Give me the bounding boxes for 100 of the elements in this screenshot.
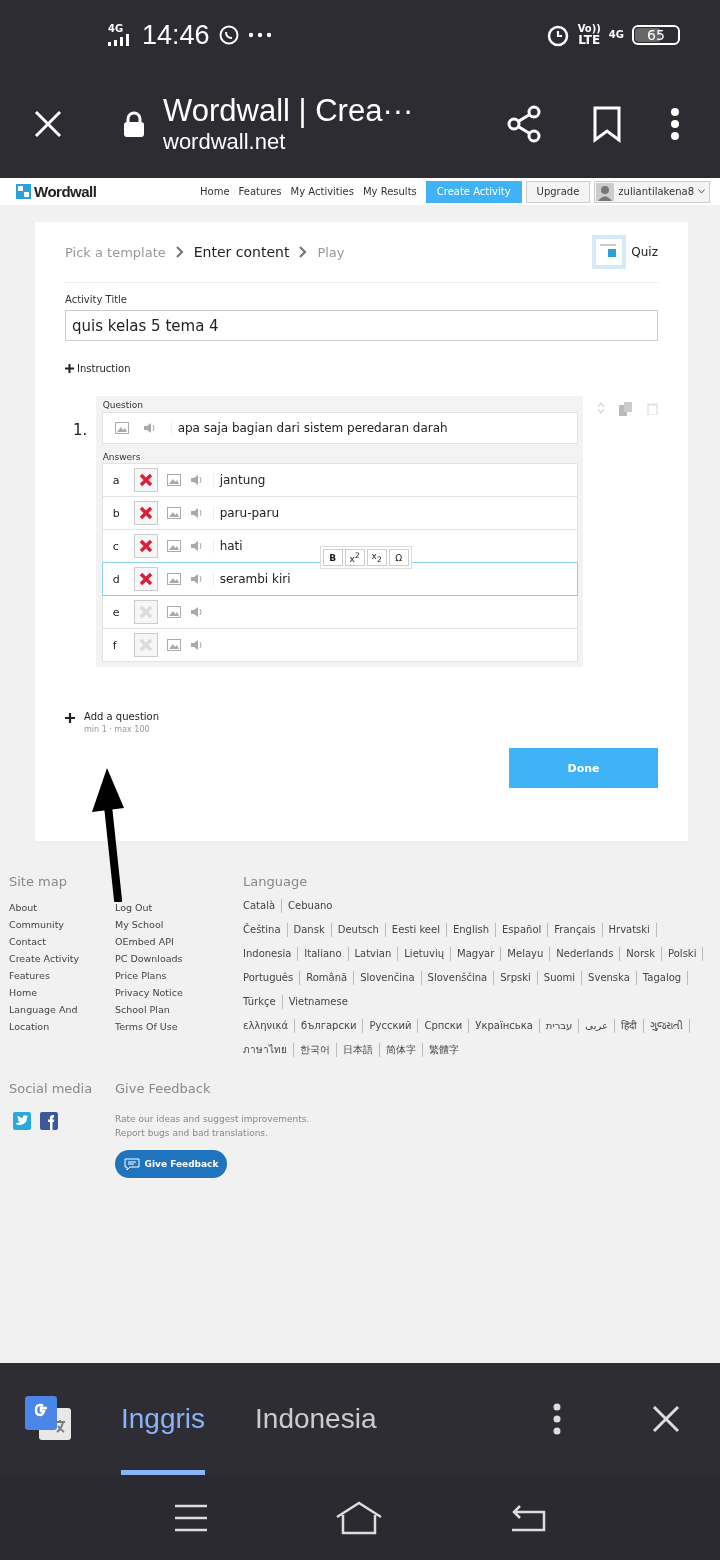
format-button[interactable]: x$_{2}$ [366, 549, 387, 566]
language-link[interactable]: Melayu [507, 947, 551, 961]
bookmark-icon[interactable] [592, 105, 622, 143]
image-icon[interactable] [166, 639, 181, 651]
sort-icon[interactable] [597, 402, 605, 414]
copy-icon[interactable] [619, 402, 633, 416]
speaker-icon[interactable] [189, 639, 204, 651]
language-link[interactable]: 繁體字 [429, 1043, 465, 1057]
instruction-link[interactable]: Instruction [77, 363, 131, 374]
format-button[interactable]: x$^{2}$ [344, 549, 365, 566]
language-link[interactable]: Türkçe [243, 995, 283, 1009]
language-link[interactable]: български [301, 1019, 364, 1033]
language-link[interactable]: Català [243, 899, 283, 913]
language-link[interactable]: Deutsch [337, 923, 386, 937]
footer-link[interactable]: Terms Of Use [115, 1018, 221, 1035]
language-link[interactable]: Română [306, 971, 355, 985]
delete-icon[interactable] [647, 402, 658, 415]
image-icon[interactable] [114, 422, 129, 434]
back-icon[interactable] [510, 1503, 547, 1532]
language-link[interactable]: Slovenščina [427, 971, 495, 985]
user-menu[interactable]: zuliantilakena8 [594, 180, 710, 203]
language-link[interactable]: Čeština [243, 923, 288, 937]
footer-link[interactable]: PC Downloads [115, 950, 221, 967]
answer-field[interactable]: e [101, 595, 578, 629]
language-link[interactable]: עברית [545, 1019, 580, 1033]
speaker-icon[interactable] [189, 573, 204, 585]
language-link[interactable]: English [452, 923, 497, 937]
language-link[interactable]: Vietnamese [288, 995, 354, 1009]
nav-link[interactable]: Home [200, 186, 230, 197]
bird-icon[interactable] [13, 1112, 31, 1130]
translate-icon[interactable] [25, 1396, 71, 1442]
language-link[interactable]: Magyar [457, 947, 502, 961]
language-link[interactable]: Српски [424, 1019, 470, 1033]
footer-link[interactable]: OEmbed API [115, 933, 221, 950]
language-link[interactable]: Português [243, 971, 301, 985]
language-link[interactable]: हिंदी [620, 1019, 644, 1033]
correct-toggle[interactable] [133, 633, 158, 657]
language-link[interactable]: Dansk [293, 923, 332, 937]
language-link[interactable]: Nederlands [556, 947, 621, 961]
speaker-icon[interactable] [189, 540, 204, 552]
language-link[interactable]: Norsk [626, 947, 663, 961]
language-link[interactable]: ελληνικά [243, 1019, 296, 1033]
language-link[interactable]: Lietuvių [404, 947, 452, 961]
language-link[interactable]: Hrvatski [608, 923, 657, 937]
image-icon[interactable] [166, 573, 181, 585]
speaker-icon[interactable] [189, 606, 204, 618]
language-link[interactable]: عربى [585, 1019, 615, 1033]
give-feedback-button[interactable]: Give Feedback [115, 1150, 227, 1178]
image-icon[interactable] [166, 474, 181, 486]
language-link[interactable]: Eesti keel [391, 923, 447, 937]
menu-icon[interactable] [173, 1503, 208, 1532]
image-icon[interactable] [166, 606, 181, 618]
footer-link[interactable]: Home [9, 984, 115, 1001]
menu-icon[interactable] [670, 107, 680, 141]
footer-link[interactable]: Price Plans [115, 967, 221, 984]
language-link[interactable]: Tagalog [642, 971, 689, 985]
language-link[interactable]: ภาษาไทย [243, 1043, 294, 1057]
language-link[interactable]: 简体字 [386, 1043, 423, 1057]
image-icon[interactable] [166, 507, 181, 519]
footer-link[interactable]: Language And Location [9, 1001, 115, 1035]
footer-link[interactable]: Log Out [115, 899, 221, 916]
correct-toggle[interactable] [133, 600, 158, 624]
title-input[interactable]: quis kelas 5 tema 4 [65, 310, 658, 341]
home-icon[interactable] [335, 1500, 383, 1535]
answer-field[interactable]: b paru-paru [101, 496, 578, 530]
footer-link[interactable]: My School [115, 916, 221, 933]
format-button[interactable]: Ω [388, 549, 409, 566]
language-link[interactable]: Latvian [354, 947, 399, 961]
language-tab[interactable]: Indonesia [255, 1363, 377, 1475]
footer-link[interactable]: Create Activity [9, 950, 115, 967]
correct-toggle[interactable] [133, 501, 158, 525]
breadcrumb-step[interactable]: Enter content [193, 244, 290, 260]
speaker-icon[interactable] [142, 422, 157, 434]
language-link[interactable]: Polski [668, 947, 704, 961]
speaker-icon[interactable] [189, 474, 204, 486]
language-link[interactable]: Indonesia [243, 947, 299, 961]
language-link[interactable]: Suomi [543, 971, 583, 985]
footer-link[interactable]: Features [9, 967, 115, 984]
nav-link[interactable]: Features [238, 186, 282, 197]
f-logo-icon[interactable] [40, 1112, 58, 1130]
language-link[interactable]: 日本語 [343, 1043, 380, 1057]
footer-link[interactable]: Contact [9, 933, 115, 950]
footer-link[interactable]: Community [9, 916, 115, 933]
language-link[interactable]: ગુજરાતી [649, 1019, 690, 1033]
language-link[interactable]: Slovenčina [360, 971, 422, 985]
plus-icon[interactable] [65, 713, 75, 723]
close-icon[interactable] [652, 1405, 680, 1433]
image-icon[interactable] [166, 540, 181, 552]
answer-field[interactable]: d serambi kiri [101, 562, 578, 596]
more-icon[interactable] [552, 1402, 562, 1436]
language-link[interactable]: Русский [369, 1019, 419, 1033]
footer-link[interactable]: Privacy Notice [115, 984, 221, 1001]
nav-link[interactable]: My Results [362, 186, 417, 197]
logo-text[interactable]: Wordwall [34, 183, 97, 200]
language-link[interactable]: Italiano [304, 947, 349, 961]
language-link[interactable]: Svenska [588, 971, 637, 985]
nav-link[interactable]: My Activities [290, 186, 354, 197]
add-question-link[interactable]: Add a question [84, 711, 160, 722]
footer-link[interactable]: School Plan [115, 1001, 221, 1018]
speaker-icon[interactable] [189, 507, 204, 519]
